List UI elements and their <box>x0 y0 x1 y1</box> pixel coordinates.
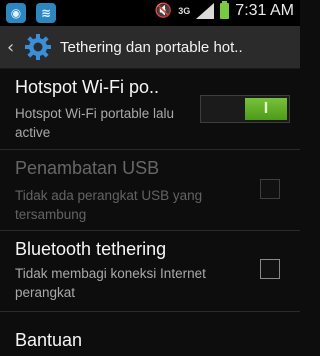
network-type-label: 3G <box>178 6 191 16</box>
wifi-icon: ≋ <box>36 3 56 23</box>
usb-tethering-subtitle: Tidak ada perangkat USB yang tersambung <box>15 188 203 222</box>
clock: 7:31 AM <box>235 2 294 19</box>
action-bar: ‹ Tethering dan portable hot.. <box>0 26 300 69</box>
settings-gear-icon[interactable] <box>24 33 52 61</box>
signal-icon <box>196 3 215 19</box>
hotspot-subtitle: Hotspot Wi-Fi portable lalu active <box>15 106 175 140</box>
help-row[interactable]: Bantuan <box>0 312 300 356</box>
battery-icon <box>220 1 230 19</box>
notification-icon: ◉ <box>6 3 26 23</box>
back-chevron-icon[interactable]: ‹ <box>7 37 19 58</box>
status-bar: ◉ ≋ 🔇 3G 7:31 AM <box>0 0 300 26</box>
help-title: Bantuan <box>15 330 83 350</box>
usb-tethering-row: Penambatan USB Tidak ada perangkat USB y… <box>0 150 300 231</box>
bluetooth-tethering-title: Bluetooth tethering <box>15 239 167 259</box>
mute-icon: 🔇 <box>154 3 173 19</box>
hotspot-title: Hotspot Wi-Fi po.. <box>15 77 160 97</box>
toggle-knob: I <box>245 98 287 120</box>
bluetooth-tethering-row[interactable]: Bluetooth tethering Tidak membagi koneks… <box>0 231 300 312</box>
usb-tethering-checkbox <box>260 179 280 199</box>
bluetooth-tethering-checkbox[interactable] <box>260 259 280 279</box>
page-title: Tethering dan portable hot.. <box>60 38 243 56</box>
hotspot-wifi-row[interactable]: Hotspot Wi-Fi po.. Hotspot Wi-Fi portabl… <box>0 69 300 150</box>
usb-tethering-title: Penambatan USB <box>15 158 160 178</box>
hotspot-toggle[interactable]: I <box>200 95 290 123</box>
bluetooth-tethering-subtitle: Tidak membagi koneksi Internet perangkat <box>15 266 206 300</box>
